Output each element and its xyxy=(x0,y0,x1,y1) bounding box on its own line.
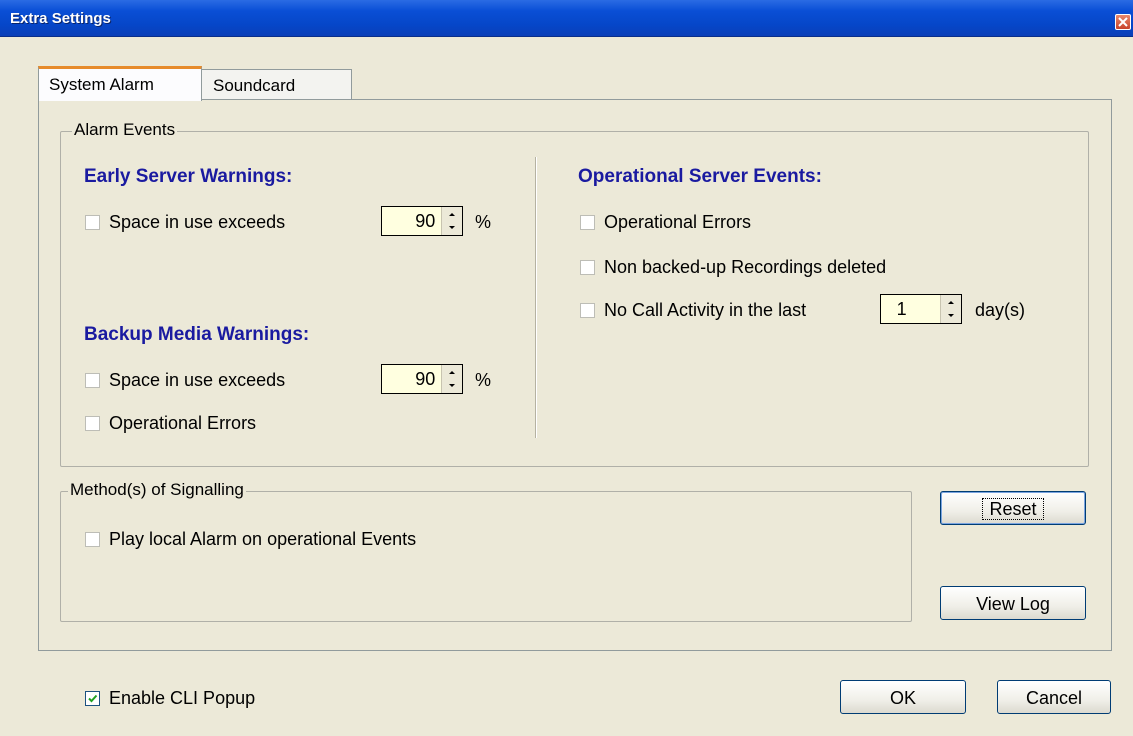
close-icon xyxy=(1118,17,1128,27)
ok-button[interactable]: OK xyxy=(840,680,966,714)
close-button[interactable] xyxy=(1115,14,1131,30)
early-server-warnings-heading: Early Server Warnings: xyxy=(84,166,293,187)
spin-down-icon[interactable] xyxy=(442,379,462,393)
backup-space-label: Space in use exceeds xyxy=(109,370,286,390)
enable-cli-checkbox-row[interactable]: Enable CLI Popup xyxy=(85,688,255,709)
backup-space-unit: % xyxy=(475,370,492,390)
window-title: Extra Settings xyxy=(10,10,111,27)
backup-errors-checkbox[interactable] xyxy=(85,416,100,431)
tab-soundcard[interactable]: Soundcard xyxy=(200,69,352,100)
tab-label: System Alarm xyxy=(49,75,154,94)
backup-space-value[interactable]: 90 xyxy=(382,365,441,393)
cancel-button[interactable]: Cancel xyxy=(997,680,1111,714)
op-errors-label: Operational Errors xyxy=(604,212,752,232)
early-space-spin-buttons xyxy=(441,207,462,235)
group-divider xyxy=(535,157,537,438)
title-bar[interactable]: Extra Settings xyxy=(0,0,1133,37)
no-call-checkbox[interactable] xyxy=(580,303,595,318)
backup-space-spinner[interactable]: 90 xyxy=(381,364,463,394)
no-call-days-spinner[interactable]: 1 xyxy=(880,294,962,324)
backup-space-checkbox[interactable] xyxy=(85,373,100,388)
enable-cli-checkbox[interactable] xyxy=(85,691,100,706)
tab-label: Soundcard xyxy=(213,76,296,95)
signalling-legend: Method(s) of Signalling xyxy=(68,480,246,500)
backup-media-warnings-heading: Backup Media Warnings: xyxy=(84,324,310,345)
op-errors-checkbox-row[interactable]: Operational Errors xyxy=(580,212,751,233)
cancel-button-label: Cancel xyxy=(1025,688,1083,708)
recordings-deleted-checkbox-row[interactable]: Non backed-up Recordings deleted xyxy=(580,257,886,278)
early-space-value[interactable]: 90 xyxy=(382,207,441,235)
reset-button[interactable]: Reset xyxy=(940,491,1086,525)
spin-down-icon[interactable] xyxy=(941,309,961,323)
signalling-group xyxy=(60,491,912,622)
no-call-days-value[interactable]: 1 xyxy=(881,295,940,323)
spin-up-icon[interactable] xyxy=(442,365,462,379)
no-call-label: No Call Activity in the last xyxy=(604,300,807,320)
early-space-checkbox[interactable] xyxy=(85,215,100,230)
recordings-deleted-checkbox[interactable] xyxy=(580,260,595,275)
backup-errors-label: Operational Errors xyxy=(109,413,257,433)
early-space-checkbox-row[interactable]: Space in use exceeds xyxy=(85,212,285,233)
enable-cli-label: Enable CLI Popup xyxy=(109,688,256,708)
early-space-unit: % xyxy=(475,212,492,232)
no-call-unit: day(s) xyxy=(975,300,1026,320)
no-call-spin-buttons xyxy=(940,295,961,323)
play-alarm-checkbox[interactable] xyxy=(85,532,100,547)
checkmark-icon xyxy=(88,694,98,703)
backup-space-checkbox-row[interactable]: Space in use exceeds xyxy=(85,370,285,391)
operational-server-events-heading: Operational Server Events: xyxy=(578,166,822,187)
no-call-checkbox-row[interactable]: No Call Activity in the last xyxy=(580,300,806,321)
play-alarm-checkbox-row[interactable]: Play local Alarm on operational Events xyxy=(85,529,416,550)
spin-up-icon[interactable] xyxy=(442,207,462,221)
op-errors-checkbox[interactable] xyxy=(580,215,595,230)
reset-button-label: Reset xyxy=(982,498,1044,520)
spin-down-icon[interactable] xyxy=(442,221,462,235)
backup-space-spin-buttons xyxy=(441,365,462,393)
view-log-button-label: View Log xyxy=(976,594,1050,614)
view-log-button[interactable]: View Log xyxy=(940,586,1086,620)
early-space-spinner[interactable]: 90 xyxy=(381,206,463,236)
backup-errors-checkbox-row[interactable]: Operational Errors xyxy=(85,413,256,434)
early-space-label: Space in use exceeds xyxy=(109,212,286,232)
tab-system-alarm[interactable]: System Alarm xyxy=(38,66,202,101)
play-alarm-label: Play local Alarm on operational Events xyxy=(109,529,417,549)
spin-up-icon[interactable] xyxy=(941,295,961,309)
recordings-deleted-label: Non backed-up Recordings deleted xyxy=(604,257,887,277)
alarm-events-legend: Alarm Events xyxy=(72,120,178,140)
ok-button-label: OK xyxy=(889,688,916,708)
